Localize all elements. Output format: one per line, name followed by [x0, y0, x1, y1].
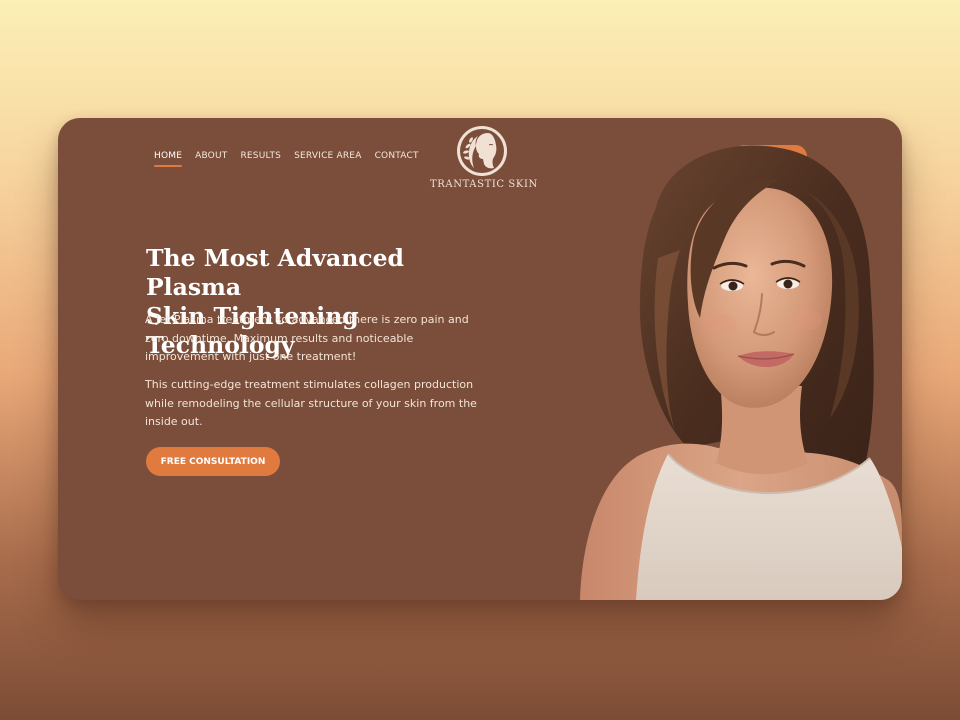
model-portrait-image: [580, 145, 902, 600]
hero-description-secondary: This cutting-edge treatment stimulates c…: [145, 378, 477, 428]
nav-item-about[interactable]: ABOUT: [195, 151, 227, 165]
free-consultation-button[interactable]: FREE CONSULTATION: [146, 447, 280, 476]
headline-line-1: The Most Advanced Plasma: [146, 244, 404, 301]
nav-item-service-area[interactable]: SERVICE AREA: [294, 151, 361, 165]
woman-profile-laurel-icon: [457, 126, 507, 176]
nav-item-home[interactable]: HOME: [154, 151, 183, 167]
nav-item-contact[interactable]: CONTACT: [375, 151, 419, 165]
main-nav: HOME ABOUT RESULTS SERVICE AREA CONTACT: [154, 151, 419, 167]
nav-item-results[interactable]: RESULTS: [240, 151, 281, 165]
hero-card: HOME ABOUT RESULTS SERVICE AREA CONTACT …: [58, 118, 902, 600]
hero-description: A Jet Plasma treatment so advanced there…: [145, 313, 469, 363]
